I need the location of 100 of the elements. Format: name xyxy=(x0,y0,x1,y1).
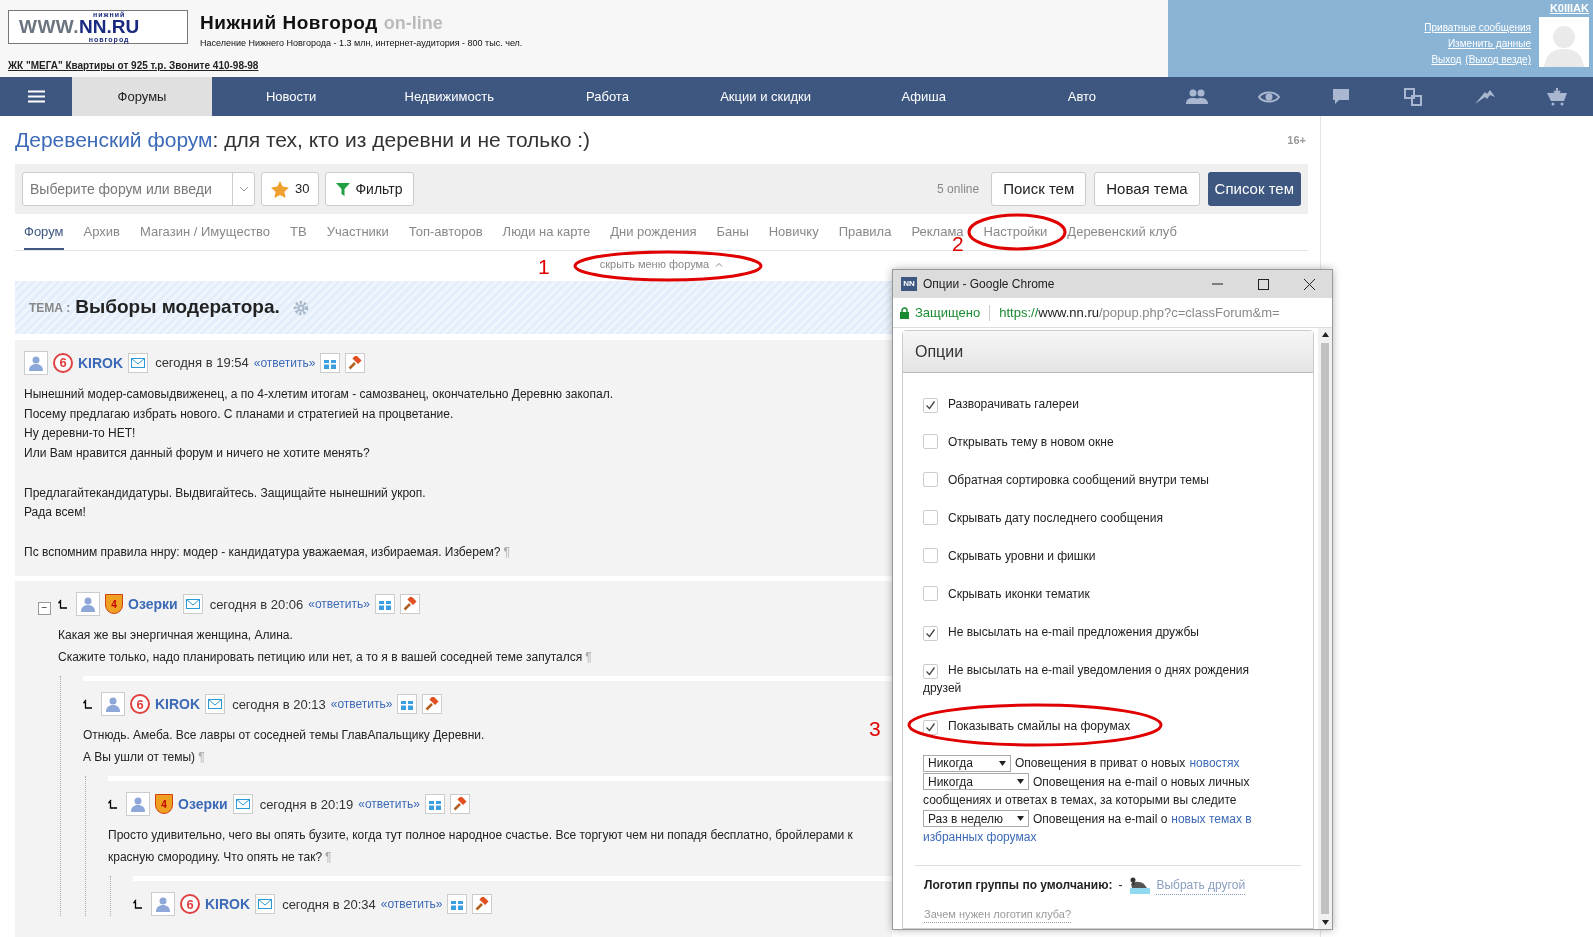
maximize-icon[interactable] xyxy=(1257,278,1269,290)
online-count: 5 online xyxy=(937,181,980,198)
basket-icon[interactable] xyxy=(1546,87,1569,106)
people-icon[interactable] xyxy=(1186,88,1209,105)
option-checkbox-row[interactable]: Обратная сортировка сообщений внутри темы xyxy=(923,471,1268,489)
minimize-icon[interactable] xyxy=(1211,283,1223,285)
caret-icon[interactable] xyxy=(238,186,249,192)
option-checkbox-row[interactable]: Показывать смайлы на форумах xyxy=(923,717,1268,735)
hammer-icon[interactable] xyxy=(449,794,470,815)
checkbox[interactable] xyxy=(923,398,938,413)
option-checkbox-row[interactable]: Не высылать на e-mail предложения дружбы xyxy=(923,623,1268,641)
toolbar-button[interactable]: Поиск тем xyxy=(991,172,1087,206)
dropdown-arrow-icon[interactable] xyxy=(1017,816,1024,822)
logo-help-link[interactable]: Зачем нужен логотип клуба? xyxy=(924,905,1072,923)
site-title: Нижний Новгород xyxy=(200,11,378,35)
option-checkbox-row[interactable]: Не высылать на e-mail уведомления о днях рождения друзей xyxy=(923,661,1268,697)
filter-button[interactable]: Фильтр xyxy=(325,172,414,206)
checkbox[interactable] xyxy=(923,626,938,641)
ad-link[interactable]: ЖК "МЕГА" Квартиры от 925 т.р. Звоните 410-98-98 xyxy=(8,58,1168,73)
mail-icon[interactable] xyxy=(205,694,226,715)
scroll-down-icon[interactable] xyxy=(1321,920,1329,925)
hammer-icon[interactable] xyxy=(422,694,443,715)
forum-select[interactable]: Выберите форум или введи xyxy=(22,172,255,206)
reply-link[interactable]: «ответить» xyxy=(308,595,370,614)
toolbar-button[interactable]: Список тем xyxy=(1207,172,1301,206)
forum-tab[interactable]: Правила xyxy=(838,221,892,241)
author-link[interactable]: KIROK xyxy=(205,893,251,915)
collapse-button[interactable]: − xyxy=(38,601,51,615)
frequency-select[interactable]: Раз в неделю xyxy=(923,810,1029,828)
forum-tab[interactable]: Баны xyxy=(716,221,749,241)
duck-icon xyxy=(1128,876,1151,894)
close-icon[interactable] xyxy=(1303,278,1315,290)
scroll-up-icon[interactable] xyxy=(1321,332,1329,337)
reply-link[interactable]: «ответить» xyxy=(358,795,420,814)
forum-tab[interactable]: Топ-авторов xyxy=(408,221,483,241)
mail-icon[interactable] xyxy=(182,594,203,615)
reply-link[interactable]: «ответить» xyxy=(380,895,443,914)
author-link[interactable]: KIROK xyxy=(78,352,124,374)
forum-tab[interactable]: Магазин / Имущество xyxy=(139,221,271,241)
squares-icon[interactable] xyxy=(1404,87,1423,106)
topic-title: Выборы модератора. xyxy=(75,295,280,320)
nav-item[interactable]: Акции и скидки xyxy=(686,77,845,116)
author-link[interactable]: Озерки xyxy=(128,593,178,615)
author-link[interactable]: Озерки xyxy=(178,793,228,815)
toolbar-button[interactable]: Новая тема xyxy=(1094,172,1200,206)
reply-link[interactable]: «ответить» xyxy=(253,354,316,372)
forum-tab[interactable]: ТВ xyxy=(290,221,307,241)
address-bar[interactable]: Защищено https://www.nn.ru/popup.php?c=classForum&m= xyxy=(893,298,1332,328)
speech-bubble-icon[interactable] xyxy=(1332,87,1351,106)
frequency-select[interactable]: Никогда xyxy=(923,754,1011,772)
nav-item[interactable]: Форумы xyxy=(72,77,212,116)
nav-item[interactable]: Работа xyxy=(528,77,687,116)
post-text: Пс вспомним правила ннру: модер - кандидатура уважаемая, избираемая. Изберем? xyxy=(24,544,501,559)
nav-item[interactable]: Авто xyxy=(1002,77,1162,116)
dropdown-arrow-icon[interactable] xyxy=(999,760,1006,766)
forum-tab[interactable]: Участники xyxy=(326,221,389,241)
reply-link[interactable]: «ответить» xyxy=(330,695,393,714)
notification-link[interactable]: новых темах в xyxy=(1171,809,1252,828)
scrollbar[interactable] xyxy=(1318,328,1332,929)
mail-icon[interactable] xyxy=(128,353,149,373)
checkbox[interactable] xyxy=(923,664,938,679)
forum-tab[interactable]: Дни рождения xyxy=(610,221,697,241)
forum-tab[interactable]: Архив xyxy=(83,221,120,241)
dropdown-arrow-icon[interactable] xyxy=(1017,779,1024,785)
checkbox[interactable] xyxy=(923,548,938,563)
checkbox[interactable] xyxy=(923,510,938,525)
nav-item[interactable]: Новости xyxy=(212,77,371,116)
secure-label: Защищено xyxy=(915,303,981,322)
forum-tab[interactable]: Деревенский клуб xyxy=(1067,221,1177,241)
favorites-button[interactable]: 30 xyxy=(261,172,320,206)
hammer-icon[interactable] xyxy=(345,353,366,373)
option-checkbox-row[interactable]: Скрывать иконки тематик xyxy=(923,585,1268,603)
menu-icon[interactable] xyxy=(27,90,45,103)
post-time: сегодня в 20:06 xyxy=(209,595,304,614)
forum-tab[interactable]: Форум xyxy=(24,221,64,250)
nav-item[interactable]: Недвижимость xyxy=(370,77,529,116)
mountain-icon[interactable] xyxy=(1474,88,1497,105)
option-checkbox-row[interactable]: Скрывать уровни и фишки xyxy=(923,547,1268,565)
checkbox[interactable] xyxy=(923,720,938,735)
paragraph-mark: ¶ xyxy=(503,544,510,559)
option-checkbox-row[interactable]: Скрывать дату последнего сообщения xyxy=(923,509,1268,527)
notification-link[interactable]: избранных форумах xyxy=(923,828,1037,847)
forum-tab[interactable]: Люди на карте xyxy=(502,221,591,241)
frequency-select[interactable]: Никогда xyxy=(923,773,1029,791)
hammer-icon[interactable] xyxy=(472,894,493,915)
option-checkbox-row[interactable]: Разворачивать галереи xyxy=(923,395,1268,413)
author-link[interactable]: KIROK xyxy=(155,693,201,715)
checkbox[interactable] xyxy=(923,586,938,601)
hammer-icon[interactable] xyxy=(399,594,420,615)
forum-title-link[interactable]: Деревенский форум xyxy=(15,128,213,152)
forum-search-field[interactable]: Выберите форум или введи xyxy=(23,173,232,205)
checkbox[interactable] xyxy=(923,434,938,449)
nav-item[interactable]: Афиша xyxy=(844,77,1003,116)
notification-link[interactable]: новостях xyxy=(1189,754,1240,773)
mail-icon[interactable] xyxy=(255,894,276,915)
mail-icon[interactable] xyxy=(232,794,253,815)
forum-tab[interactable]: Новичку xyxy=(768,221,819,241)
eye-icon[interactable] xyxy=(1258,89,1281,104)
option-checkbox-row[interactable]: Открывать тему в новом окне xyxy=(923,433,1268,451)
checkbox[interactable] xyxy=(923,472,938,487)
